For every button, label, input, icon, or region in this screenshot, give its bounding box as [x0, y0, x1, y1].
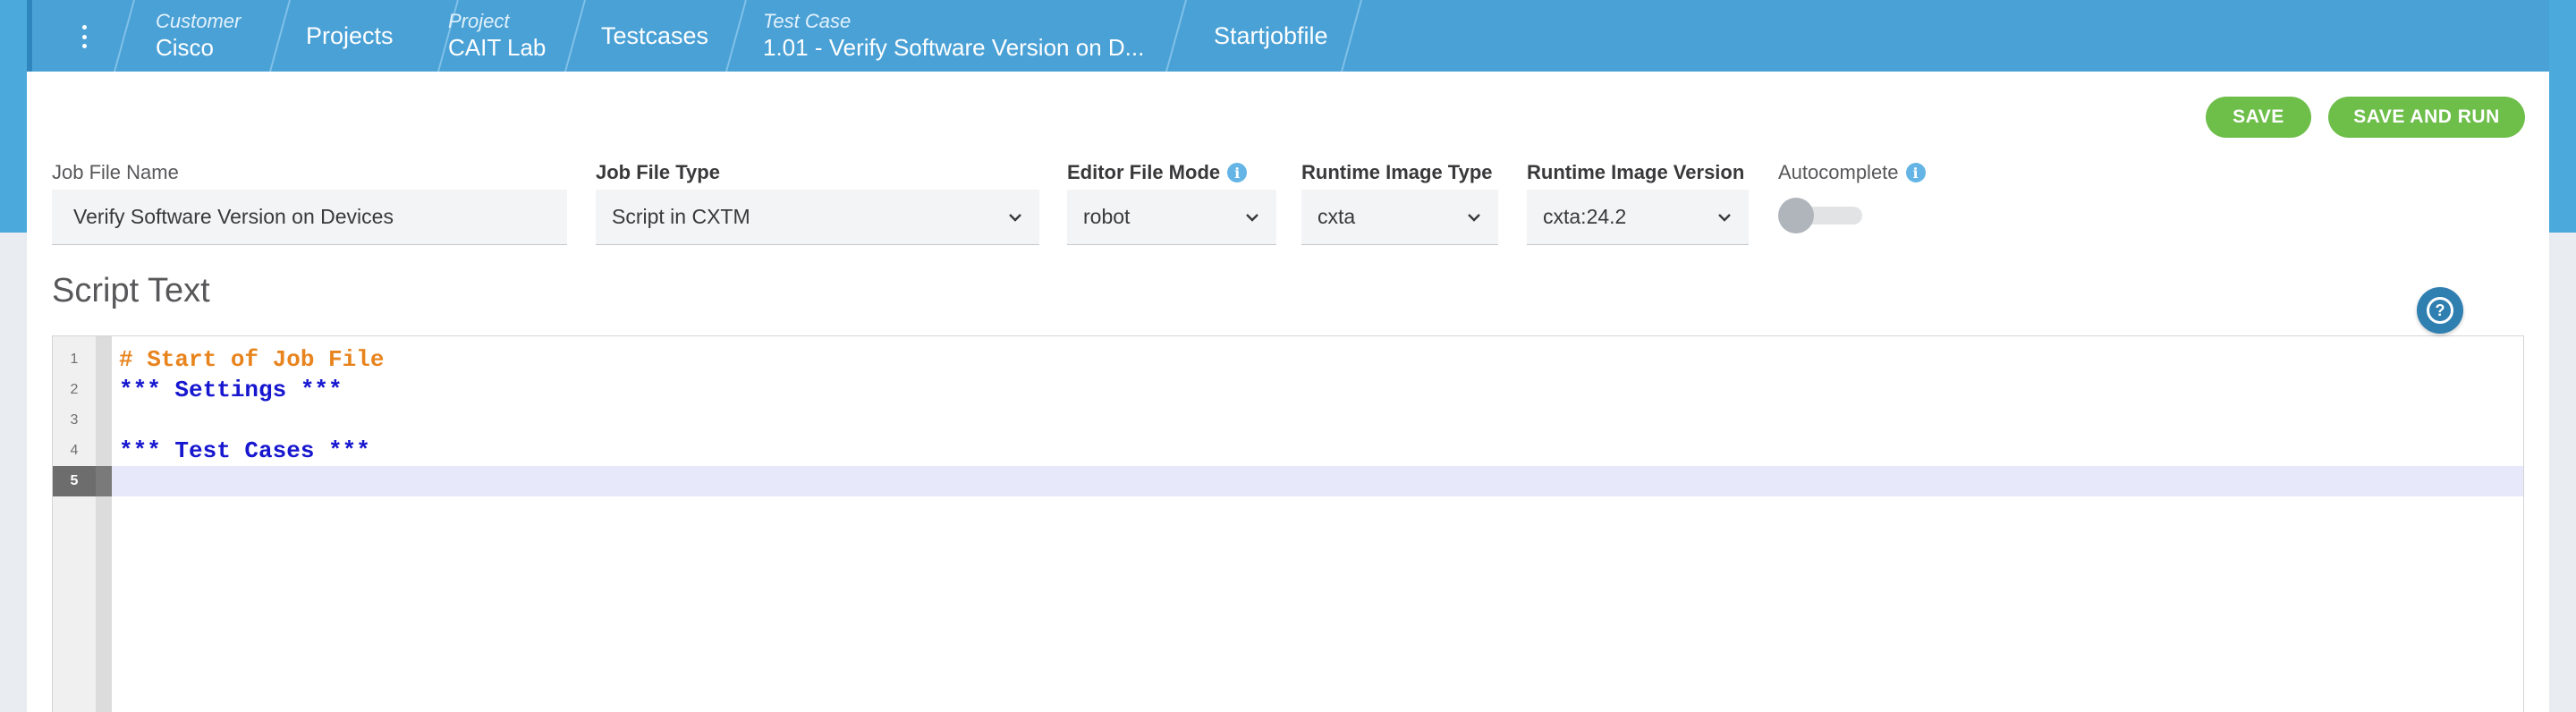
breadcrumb-separator [111, 0, 138, 72]
line-number: 1 [70, 352, 79, 367]
save-button[interactable]: SAVE [2206, 97, 2311, 138]
code-line-active[interactable]: 5 [53, 466, 2523, 496]
chevron-down-icon [1718, 213, 1731, 222]
breadcrumb-separator [1163, 0, 1190, 72]
code-line[interactable]: 4 *** Test Cases *** [53, 436, 2523, 466]
job-file-type-value: Script in CXTM [612, 205, 750, 228]
editor-file-mode-label-text: Editor File Mode [1067, 161, 1221, 183]
job-file-type-label-text: Job File Type [596, 161, 720, 183]
autocomplete-toggle[interactable] [1778, 198, 1873, 233]
code-text: # Start of Job File [119, 346, 385, 373]
breadcrumb-test-case[interactable]: Test Case 1.01 - Verify Software Version… [763, 0, 1144, 72]
chevron-down-icon [1009, 213, 1021, 222]
runtime-image-version-select[interactable]: cxta:24.2 [1527, 190, 1749, 245]
breadcrumb-startjobfile[interactable]: Startjobfile [1214, 0, 1328, 72]
breadcrumb-main-label: 1.01 - Verify Software Version on D... [763, 34, 1145, 61]
breadcrumb-projects[interactable]: Projects [306, 0, 394, 72]
info-icon[interactable]: i [1905, 163, 1926, 182]
code-line[interactable]: 1 # Start of Job File [53, 344, 2523, 375]
save-and-run-button[interactable]: SAVE AND RUN [2328, 97, 2525, 138]
breadcrumb-main-label: Startjobfile [1214, 22, 1328, 49]
code-line[interactable]: 3 [53, 405, 2523, 436]
code-text: *** Settings *** [119, 377, 343, 403]
breadcrumb-separator [1338, 0, 1365, 72]
line-number: 3 [70, 412, 79, 428]
job-file-name-value: Verify Software Version on Devices [73, 205, 394, 228]
runtime-image-type-select[interactable]: cxta [1301, 190, 1498, 245]
runtime-image-version-value: cxta:24.2 [1543, 205, 1627, 228]
job-file-type-label: Job File Type [596, 161, 720, 184]
editor-file-mode-label: Editor File Mode i [1067, 161, 1248, 184]
editor-file-mode-value: robot [1083, 205, 1131, 228]
breadcrumb-sub-label: Customer [156, 10, 242, 32]
breadcrumb-main-label: Cisco [156, 34, 215, 61]
job-file-name-label-text: Job File Name [52, 161, 179, 183]
breadcrumb-project[interactable]: Project CAIT Lab [448, 0, 546, 72]
job-file-type-select[interactable]: Script in CXTM [596, 190, 1039, 245]
job-file-name-label: Job File Name [52, 161, 179, 184]
help-icon: ? [2427, 297, 2453, 324]
info-icon[interactable]: i [1227, 163, 1248, 182]
breadcrumb-main-label: Projects [306, 22, 394, 49]
breadcrumb-customer[interactable]: Customer Cisco [156, 0, 241, 72]
job-file-name-input[interactable]: Verify Software Version on Devices [52, 190, 567, 245]
kebab-menu-icon[interactable] [79, 25, 89, 48]
runtime-image-type-label-text: Runtime Image Type [1301, 161, 1493, 183]
autocomplete-label-text: Autocomplete [1778, 161, 1899, 183]
breadcrumb-testcases[interactable]: Testcases [601, 0, 708, 72]
editor-file-mode-select[interactable]: robot [1067, 190, 1276, 245]
breadcrumb-sub-label: Project [448, 10, 510, 32]
job-file-editor-panel: SAVE SAVE AND RUN Job File Name Verify S… [27, 72, 2549, 712]
runtime-image-version-label: Runtime Image Version [1527, 161, 1744, 184]
toggle-knob [1778, 198, 1814, 233]
active-gutter-marker [96, 466, 112, 496]
line-number: 5 [53, 466, 96, 496]
breadcrumb-separator [267, 0, 293, 72]
chevron-down-icon [1468, 213, 1480, 222]
code-text: *** Test Cases *** [119, 437, 370, 464]
breadcrumb-sub-label: Test Case [763, 10, 852, 32]
autocomplete-label: Autocomplete i [1778, 161, 1926, 184]
help-button[interactable]: ? [2417, 287, 2463, 334]
line-number: 2 [70, 382, 79, 397]
breadcrumb-separator [723, 0, 750, 72]
runtime-image-type-label: Runtime Image Type [1301, 161, 1493, 184]
breadcrumb-separator [562, 0, 589, 72]
script-text-heading: Script Text [52, 272, 210, 309]
code-line[interactable]: 2 *** Settings *** [53, 375, 2523, 405]
line-number: 4 [70, 443, 79, 458]
script-editor[interactable]: 1 # Start of Job File 2 *** Settings ***… [52, 335, 2524, 712]
breadcrumb-main-label: CAIT Lab [448, 34, 547, 61]
runtime-image-version-label-text: Runtime Image Version [1527, 161, 1745, 183]
chevron-down-icon [1246, 213, 1258, 222]
runtime-image-type-value: cxta [1318, 205, 1356, 228]
breadcrumb: Customer Cisco Projects Project CAIT Lab… [27, 0, 2549, 72]
breadcrumb-main-label: Testcases [601, 22, 709, 49]
